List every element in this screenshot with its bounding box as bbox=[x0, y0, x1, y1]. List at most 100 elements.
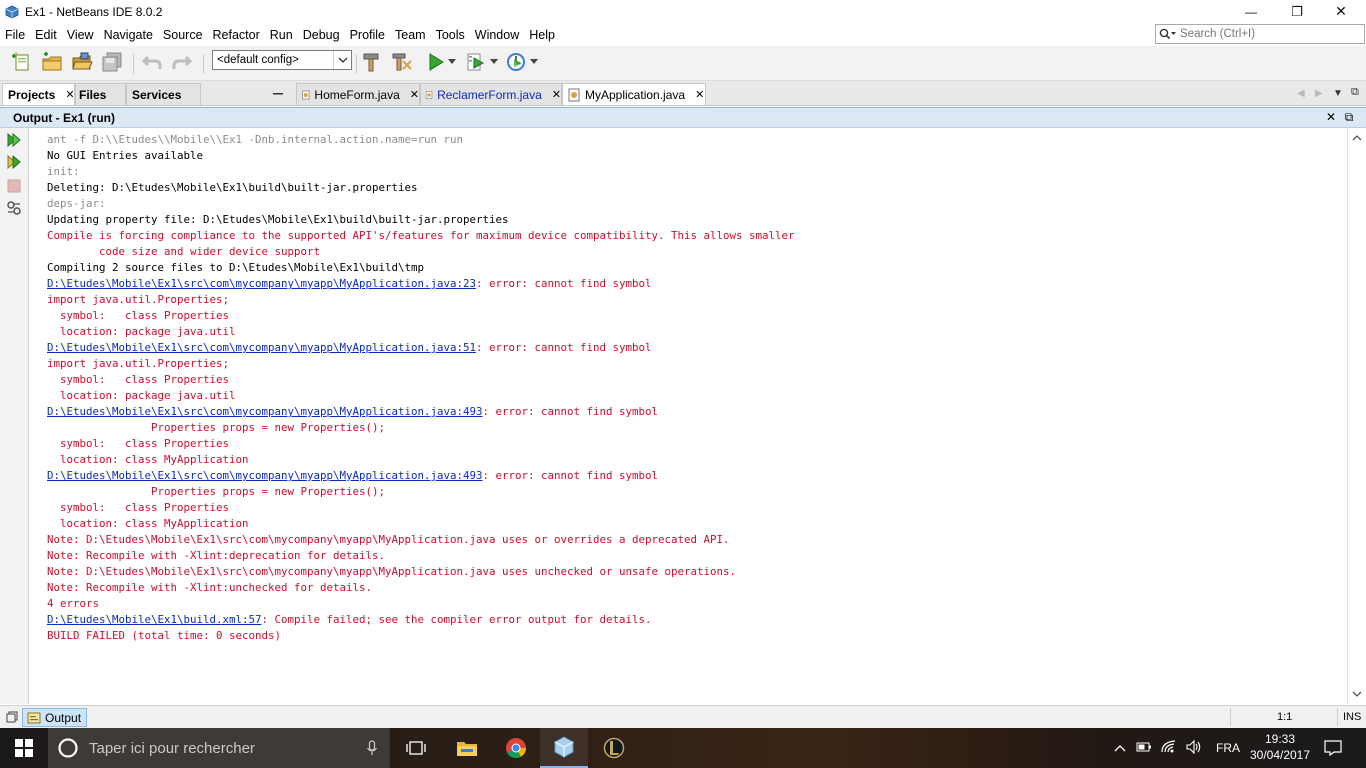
close-icon[interactable]: ✕ bbox=[410, 88, 419, 101]
menu-window[interactable]: Window bbox=[470, 28, 524, 42]
debug-project-icon[interactable] bbox=[464, 50, 488, 74]
menu-run[interactable]: Run bbox=[265, 28, 298, 42]
run-project-icon[interactable] bbox=[424, 50, 448, 74]
output-line-text: : error: cannot find symbol bbox=[482, 469, 659, 482]
scroll-down-icon[interactable] bbox=[1351, 688, 1363, 700]
vertical-scrollbar[interactable] bbox=[1347, 128, 1366, 704]
clean-build-icon[interactable] bbox=[390, 50, 414, 74]
output-line: D:\Etudes\Mobile\Ex1\src\com\mycompany\m… bbox=[47, 340, 795, 356]
tab-reclamerform[interactable]: ReclamerForm.java ✕ bbox=[420, 83, 562, 105]
output-line-text: location: package java.util bbox=[47, 389, 236, 402]
close-icon[interactable]: ✕ bbox=[1324, 110, 1338, 124]
menu-help[interactable]: Help bbox=[524, 28, 560, 42]
search-icon[interactable] bbox=[1156, 28, 1180, 40]
output-icon bbox=[27, 712, 41, 723]
restore-window-icon[interactable]: ⧉ bbox=[1342, 110, 1356, 124]
taskbar-netbeans[interactable] bbox=[540, 728, 588, 768]
menu-source[interactable]: Source bbox=[158, 28, 208, 42]
menu-edit[interactable]: Edit bbox=[30, 28, 62, 42]
tab-homeform[interactable]: HomeForm.java ✕ bbox=[296, 83, 420, 105]
search-input[interactable] bbox=[1180, 28, 1360, 40]
menu-file[interactable]: File bbox=[0, 28, 30, 42]
menu-team[interactable]: Team bbox=[390, 28, 431, 42]
restore-window-icon[interactable] bbox=[6, 711, 18, 726]
new-project-icon[interactable] bbox=[40, 50, 64, 74]
input-language[interactable]: FRA bbox=[1216, 741, 1240, 755]
tab-files[interactable]: Files bbox=[75, 83, 126, 105]
scroll-up-icon[interactable] bbox=[1351, 132, 1363, 144]
profile-dropdown-icon[interactable] bbox=[528, 50, 540, 74]
tab-myapplication[interactable]: MyApplication.java ✕ bbox=[562, 83, 706, 105]
close-icon[interactable]: ✕ bbox=[552, 88, 561, 101]
scroll-tabs-left-icon[interactable]: ◀ bbox=[1297, 88, 1305, 99]
output-file-link[interactable]: D:\Etudes\Mobile\Ex1\src\com\mycompany\m… bbox=[47, 277, 476, 290]
stop-icon[interactable] bbox=[6, 178, 22, 194]
search-box[interactable] bbox=[1155, 24, 1365, 44]
taskbar-search[interactable]: Taper ici pour rechercher bbox=[48, 728, 390, 768]
taskbar-league-of-legends[interactable] bbox=[590, 728, 638, 768]
battery-icon[interactable] bbox=[1136, 741, 1152, 756]
build-hammer-icon[interactable] bbox=[360, 50, 384, 74]
output-line-text: Note: D:\Etudes\Mobile\Ex1\src\com\mycom… bbox=[47, 565, 737, 578]
taskbar-file-explorer[interactable] bbox=[443, 728, 491, 768]
menu-view[interactable]: View bbox=[62, 28, 99, 42]
output-line: D:\Etudes\Mobile\Ex1\src\com\mycompany\m… bbox=[47, 404, 795, 420]
redo-icon[interactable] bbox=[170, 50, 194, 74]
output-line-text: deps-jar: bbox=[47, 197, 106, 210]
task-view-button[interactable] bbox=[392, 728, 440, 768]
chevron-down-icon[interactable] bbox=[333, 51, 351, 69]
start-button[interactable] bbox=[0, 728, 48, 768]
output-file-link[interactable]: D:\Etudes\Mobile\Ex1\src\com\mycompany\m… bbox=[47, 405, 483, 418]
show-hidden-icons-icon[interactable] bbox=[1114, 741, 1126, 755]
java-file-icon bbox=[302, 90, 310, 99]
rerun-icon[interactable] bbox=[6, 132, 22, 148]
output-console[interactable]: ant -f D:\\Etudes\\Mobile\\Ex1 -Dnb.inte… bbox=[30, 128, 1347, 704]
menu-profile[interactable]: Profile bbox=[345, 28, 390, 42]
menu-tools[interactable]: Tools bbox=[431, 28, 470, 42]
output-file-link[interactable]: D:\Etudes\Mobile\Ex1\src\com\mycompany\m… bbox=[47, 469, 483, 482]
volume-icon[interactable] bbox=[1186, 739, 1202, 757]
profile-project-icon[interactable] bbox=[504, 50, 528, 74]
wifi-icon[interactable] bbox=[1161, 739, 1177, 757]
taskbar-chrome[interactable] bbox=[492, 728, 540, 768]
minimize-panel-icon[interactable] bbox=[272, 87, 284, 99]
tab-services[interactable]: Services bbox=[126, 83, 201, 105]
close-window-button[interactable]: ✕ bbox=[1318, 0, 1364, 23]
microphone-icon[interactable] bbox=[366, 740, 378, 756]
output-line-text: No GUI Entries available bbox=[47, 149, 204, 162]
output-line-text: init: bbox=[47, 165, 80, 178]
rerun-with-parameters-icon[interactable] bbox=[6, 154, 22, 170]
menu-debug[interactable]: Debug bbox=[298, 28, 345, 42]
clock[interactable]: 19:33 30/04/2017 bbox=[1240, 731, 1320, 763]
action-center-button[interactable] bbox=[1310, 728, 1356, 768]
tab-label: Projects bbox=[8, 87, 56, 102]
new-file-icon[interactable] bbox=[10, 50, 34, 74]
open-project-icon[interactable] bbox=[70, 50, 94, 74]
close-icon[interactable]: ✕ bbox=[695, 88, 704, 101]
netbeans-logo-icon bbox=[5, 5, 19, 18]
menu-refactor[interactable]: Refactor bbox=[208, 28, 265, 42]
configuration-select[interactable]: <default config> bbox=[212, 50, 352, 70]
menu-navigate[interactable]: Navigate bbox=[99, 28, 158, 42]
restore-window-icon[interactable]: ⧉ bbox=[1351, 86, 1359, 99]
save-all-icon[interactable] bbox=[100, 50, 124, 74]
output-window-button[interactable]: Output bbox=[22, 708, 87, 727]
output-file-link[interactable]: D:\Etudes\Mobile\Ex1\src\com\mycompany\m… bbox=[47, 341, 476, 354]
minimize-button[interactable]: — bbox=[1228, 0, 1274, 23]
run-dropdown-icon[interactable] bbox=[446, 50, 458, 74]
clock-time: 19:33 bbox=[1264, 732, 1296, 746]
scroll-tabs-right-icon[interactable]: ▶ bbox=[1315, 88, 1323, 99]
debug-dropdown-icon[interactable] bbox=[488, 50, 500, 74]
output-line: import java.util.Properties; bbox=[47, 356, 795, 372]
output-line-text: Updating property file: D:\Etudes\Mobile… bbox=[47, 213, 509, 226]
tab-projects[interactable]: Projects ✕ bbox=[2, 83, 75, 105]
main-toolbar bbox=[0, 46, 1366, 81]
settings-icon[interactable] bbox=[6, 200, 22, 216]
close-icon[interactable]: ✕ bbox=[65, 88, 74, 101]
output-file-link[interactable]: D:\Etudes\Mobile\Ex1\build.xml:57 bbox=[47, 613, 262, 626]
output-line: D:\Etudes\Mobile\Ex1\src\com\mycompany\m… bbox=[47, 276, 795, 292]
undo-icon[interactable] bbox=[140, 50, 164, 74]
show-opened-documents-icon[interactable]: ▼ bbox=[1333, 88, 1343, 99]
output-line: Compile is forcing compliance to the sup… bbox=[47, 228, 795, 244]
maximize-button[interactable]: ❐ bbox=[1274, 0, 1320, 23]
